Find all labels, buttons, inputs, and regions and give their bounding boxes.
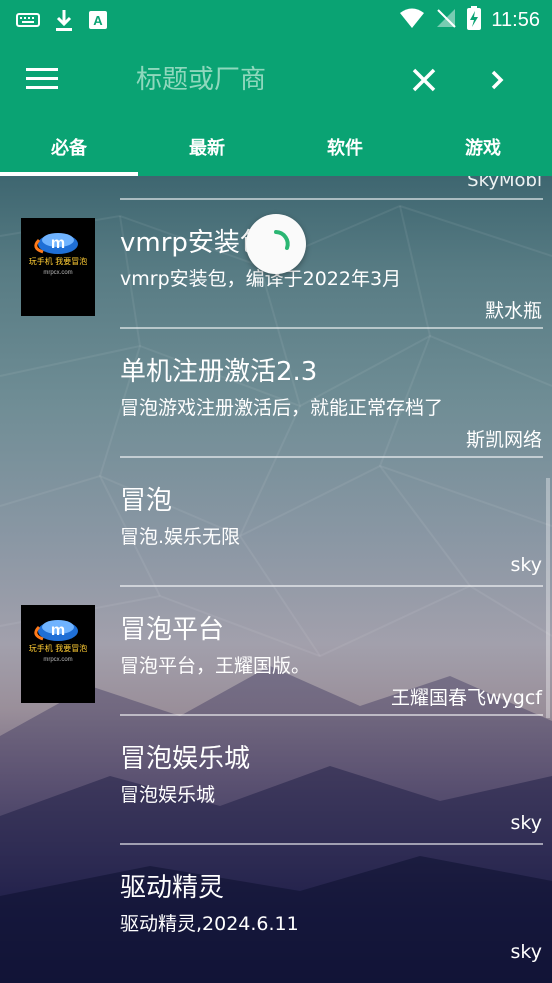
thumb-logo-letter: m <box>51 235 65 252</box>
battery-charging-icon <box>467 6 482 34</box>
list-item[interactable]: 冒泡 冒泡.娱乐无限 sky <box>0 456 552 583</box>
tab-latest[interactable]: 最新 <box>138 120 276 176</box>
app-list: SkyMobi m 玩手机 我要冒泡 mrpcx.com vmrp安装包 vmr… <box>0 176 552 983</box>
app-thumbnail: m 玩手机 我要冒泡 mrpcx.com <box>21 218 95 316</box>
list-item[interactable]: 冒泡娱乐城 冒泡娱乐城 sky <box>0 714 552 841</box>
thumb-logo-letter: m <box>51 622 65 639</box>
list-item-title: 冒泡平台 <box>120 615 225 645</box>
status-bar: A 11:56 <box>0 0 552 40</box>
scrollbar[interactable] <box>546 478 550 718</box>
chevron-right-icon[interactable] <box>484 62 512 98</box>
svg-text:A: A <box>93 13 103 28</box>
list-item-author: sky <box>510 941 542 963</box>
list-item-description: 驱动精灵,2024.6.11 <box>120 913 299 935</box>
list-item-author: 斯凯网络 <box>465 429 542 451</box>
thumb-url: mrpcx.com <box>43 270 72 276</box>
thumb-url: mrpcx.com <box>43 657 72 663</box>
list-item-author: 默水瓶 <box>484 300 542 322</box>
app-thumbnail: m 玩手机 我要冒泡 mrpcx.com <box>21 605 95 703</box>
thumb-caption: 玩手机 我要冒泡 <box>29 256 88 266</box>
tab-bar: 必备 最新 软件 游戏 <box>0 120 552 176</box>
list-item-description: 冒泡.娱乐无限 <box>120 526 241 548</box>
list-item-author: sky <box>510 554 542 576</box>
keyboard-icon <box>16 11 40 33</box>
list-item-description: 冒泡娱乐城 <box>120 784 216 806</box>
list-item-author-partial: SkyMobi <box>467 176 542 191</box>
list-item-author: sky <box>510 812 542 834</box>
spinner-arc-icon <box>274 230 290 250</box>
close-icon[interactable] <box>408 62 440 98</box>
list-item-title: 驱动精灵 <box>120 873 225 903</box>
loading-spinner <box>246 214 306 274</box>
app-bar: 标题或厂商 <box>0 40 552 120</box>
list-item[interactable]: 驱动精灵 驱动精灵,2024.6.11 sky <box>0 843 552 970</box>
list-item-title: 单机注册激活2.3 <box>120 357 318 387</box>
tab-software[interactable]: 软件 <box>276 120 414 176</box>
list-item-description: 冒泡平台，王耀国版。 <box>120 655 311 677</box>
app-badge-icon: A <box>88 10 108 34</box>
clock-time: 11:56 <box>491 8 540 31</box>
list-item-title: 冒泡 <box>120 486 173 516</box>
wifi-icon <box>399 7 425 33</box>
list-item-title: vmrp安装包 <box>120 228 266 258</box>
download-icon <box>54 8 74 36</box>
thumb-caption: 玩手机 我要冒泡 <box>29 643 88 653</box>
menu-icon[interactable] <box>26 68 58 92</box>
list-item[interactable]: m 玩手机 我要冒泡 mrpcx.com 冒泡平台 冒泡平台，王耀国版。 王耀国… <box>0 585 552 712</box>
list-item[interactable]: 单机注册激活2.3 冒泡游戏注册激活后，就能正常存档了 斯凯网络 <box>0 327 552 454</box>
no-signal-icon <box>435 7 457 33</box>
list-item-description: 冒泡游戏注册激活后，就能正常存档了 <box>120 397 444 419</box>
tab-games[interactable]: 游戏 <box>414 120 552 176</box>
tab-essential[interactable]: 必备 <box>0 120 138 176</box>
list-item-author: 王耀国春飞wygcf <box>391 687 542 709</box>
list-item-title: 冒泡娱乐城 <box>120 744 251 774</box>
search-input[interactable]: 标题或厂商 <box>136 62 396 98</box>
